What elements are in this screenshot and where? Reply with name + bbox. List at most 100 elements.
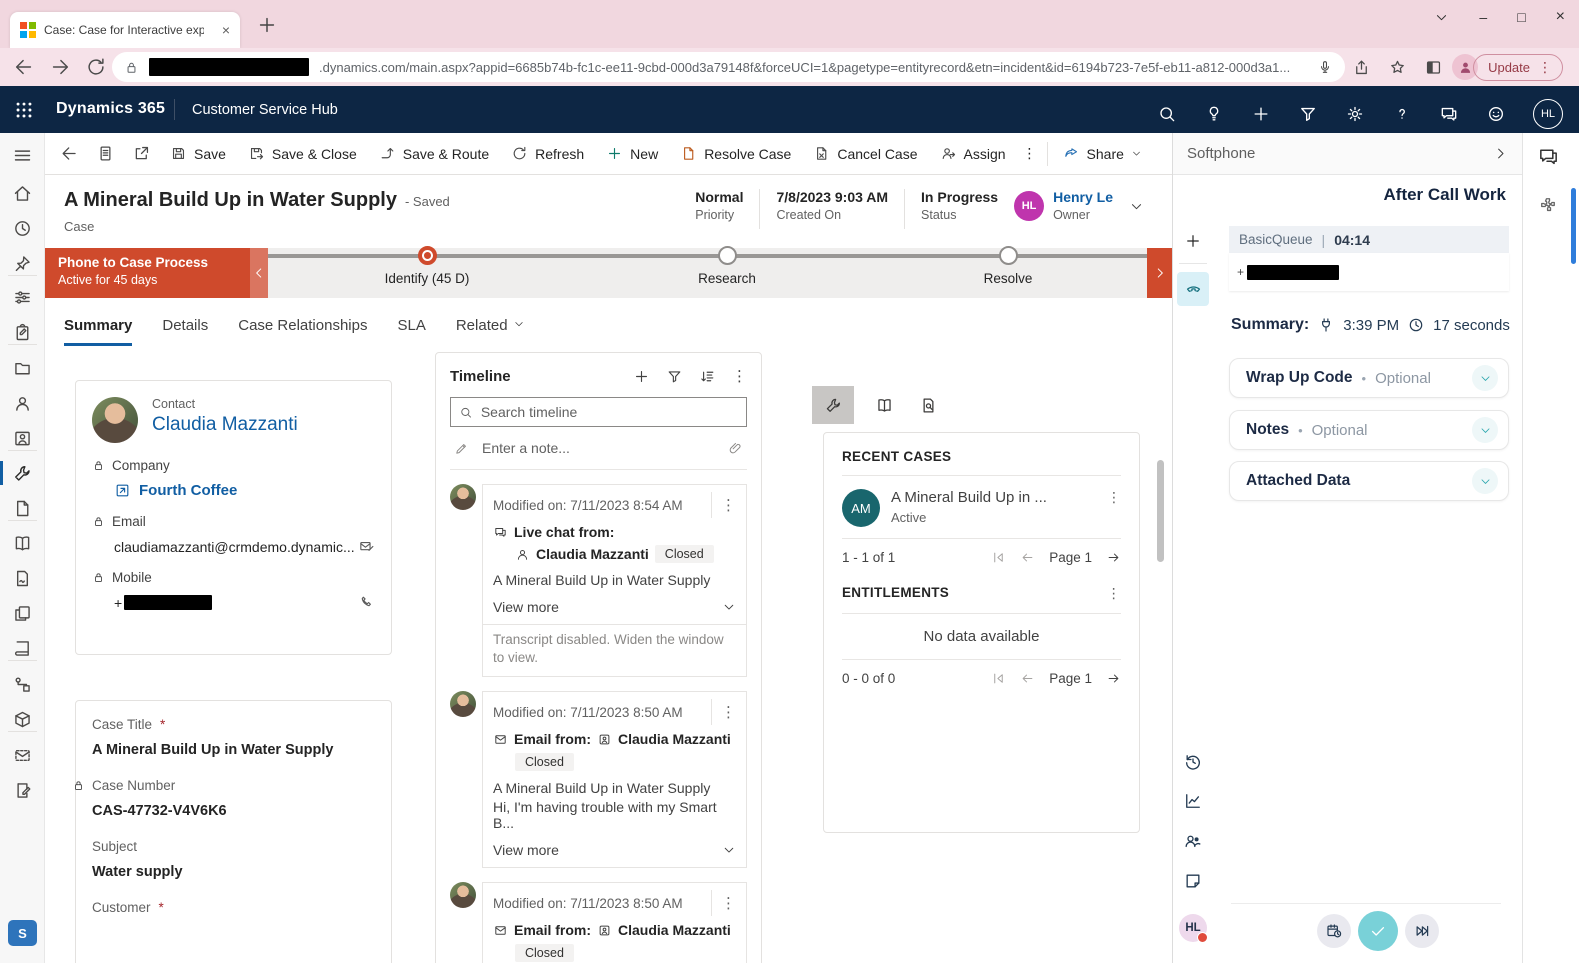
note-placeholder[interactable]: Enter a note...: [482, 440, 728, 456]
sidebar-item-contacts[interactable]: [12, 393, 33, 414]
owner-value[interactable]: Henry Le: [1053, 189, 1113, 205]
tab-sla[interactable]: SLA: [397, 317, 425, 346]
active-call-session-button[interactable]: [1177, 272, 1209, 306]
wrap-up-code-section[interactable]: Wrap Up Code • Optional: [1229, 358, 1509, 398]
complete-acw-button[interactable]: [1358, 911, 1398, 951]
recent-case-title[interactable]: A Mineral Build Up in ...: [891, 489, 1047, 506]
sidebar-item-email-templates[interactable]: [12, 745, 33, 766]
form-selector-icon[interactable]: [87, 137, 123, 171]
form-back-button[interactable]: [51, 137, 87, 171]
entry-more-icon[interactable]: ⋮: [721, 496, 736, 514]
browser-update-button[interactable]: Update ⋮: [1473, 54, 1563, 81]
sidebar-item-case-docs[interactable]: [12, 498, 33, 519]
stage-identify-label[interactable]: Identify (45 D): [385, 271, 470, 286]
vertical-scrollbar[interactable]: [1157, 460, 1164, 562]
new-session-icon[interactable]: [1184, 232, 1202, 250]
subject-value[interactable]: Water supply: [92, 864, 375, 880]
sidebar-item-activities[interactable]: [12, 322, 33, 343]
sidebar-item-pinned[interactable]: [12, 253, 33, 274]
app-name[interactable]: Customer Service Hub: [192, 102, 338, 118]
timeline-entry-livechat[interactable]: Modified on: 7/11/2023 8:54 AM ⋮ Live ch…: [450, 484, 747, 677]
timeline-search-input[interactable]: [481, 404, 738, 420]
refresh-record-button[interactable]: Refresh: [500, 136, 595, 172]
skip-acw-button[interactable]: [1405, 914, 1439, 948]
sidebar-item-accounts[interactable]: [12, 428, 33, 449]
sidebar-item-queues[interactable]: [12, 358, 33, 379]
feedback-chat-icon[interactable]: [1439, 104, 1459, 124]
contact-name-link[interactable]: Claudia Mazzanti: [152, 414, 298, 436]
resolve-case-button[interactable]: Resolve Case: [669, 136, 802, 172]
window-close-icon[interactable]: ×: [1556, 8, 1565, 26]
refresh-button[interactable]: [85, 56, 107, 78]
help-icon[interactable]: [1392, 104, 1412, 124]
entry-person[interactable]: Claudia Mazzanti: [618, 922, 731, 938]
entry-more-icon[interactable]: ⋮: [721, 894, 736, 912]
process-scroll-left[interactable]: [250, 248, 268, 298]
case-title-value[interactable]: A Mineral Build Up in Water Supply: [92, 742, 375, 758]
window-menu-icon[interactable]: [1434, 10, 1449, 25]
first-page-icon[interactable]: [991, 550, 1006, 565]
tab-case-relationships[interactable]: Case Relationships: [238, 317, 367, 346]
browser-tab[interactable]: Case: Case for Interactive experie ×: [10, 12, 240, 48]
window-minimize-icon[interactable]: –: [1479, 9, 1487, 25]
entry-person[interactable]: Claudia Mazzanti: [618, 731, 731, 747]
collapse-panel-icon[interactable]: [1493, 146, 1508, 161]
previous-page-icon[interactable]: [1020, 550, 1035, 565]
row-more-icon[interactable]: ⋮: [1107, 489, 1121, 527]
tab-summary[interactable]: Summary: [64, 317, 132, 346]
stage-identify-node[interactable]: [418, 246, 437, 265]
quick-create-icon[interactable]: [1251, 104, 1271, 124]
sidebar-item-cases[interactable]: [12, 463, 33, 484]
process-scroll-right[interactable]: [1147, 248, 1172, 298]
entitlements-more-icon[interactable]: ⋮: [1107, 585, 1121, 602]
split-screen-icon[interactable]: [1424, 58, 1443, 77]
waffle-icon[interactable]: [13, 99, 35, 121]
tool-tab-recent-cases[interactable]: [812, 386, 854, 424]
brand-title[interactable]: Dynamics 365: [56, 100, 165, 118]
assign-button[interactable]: Assign: [929, 136, 1017, 172]
sitemap-toggle-icon[interactable]: [12, 145, 33, 166]
teams-chat-icon[interactable]: [1537, 145, 1560, 168]
window-maximize-icon[interactable]: □: [1517, 9, 1525, 25]
tool-tab-search-articles[interactable]: [907, 386, 949, 424]
settings-gear-icon[interactable]: [1345, 104, 1365, 124]
entry-subject[interactable]: A Mineral Build Up in Water Supply: [493, 780, 736, 796]
analytics-icon[interactable]: [1183, 791, 1203, 811]
tab-details[interactable]: Details: [162, 317, 208, 346]
sidebar-item-contracts[interactable]: [12, 568, 33, 589]
save-route-button[interactable]: Save & Route: [368, 136, 500, 172]
expand-chevron[interactable]: [1472, 417, 1498, 443]
favorite-star-icon[interactable]: [1388, 58, 1407, 77]
next-page-icon[interactable]: [1106, 671, 1121, 686]
popout-icon[interactable]: [123, 137, 159, 171]
sidebar-item-recent[interactable]: [12, 218, 33, 239]
company-value-row[interactable]: Fourth Coffee: [114, 482, 375, 499]
email-value[interactable]: claudiamazzanti@crmdemo.dynamic...: [114, 539, 355, 555]
forward-button[interactable]: [49, 56, 71, 78]
save-close-button[interactable]: Save & Close: [237, 136, 368, 172]
attached-data-section[interactable]: Attached Data: [1229, 461, 1509, 501]
next-page-icon[interactable]: [1106, 550, 1121, 565]
lightbulb-icon[interactable]: [1204, 104, 1224, 124]
stage-research-label[interactable]: Research: [698, 271, 756, 286]
tab-close-icon[interactable]: ×: [222, 22, 230, 38]
schedule-callback-button[interactable]: [1317, 914, 1351, 948]
expand-chevron[interactable]: [1472, 468, 1498, 494]
sidebar-app-badge[interactable]: S: [8, 920, 37, 946]
header-fields-chevron-icon[interactable]: [1129, 199, 1144, 214]
call-phone-icon[interactable]: [358, 594, 375, 611]
plugin-icon[interactable]: [1538, 195, 1558, 215]
call-history-icon[interactable]: [1183, 752, 1203, 772]
send-email-icon[interactable]: [358, 538, 375, 555]
entry-person[interactable]: Claudia Mazzanti: [536, 546, 649, 562]
timeline-entry-email[interactable]: Modified on: 7/11/2023 8:50 AM ⋮ Email f…: [450, 691, 747, 868]
tool-tab-knowledge[interactable]: [863, 386, 905, 424]
entry-view-more[interactable]: View more: [493, 842, 736, 858]
share-button[interactable]: Share: [1052, 136, 1153, 172]
timeline-sort-icon[interactable]: [699, 368, 716, 385]
sidebar-item-dashboards[interactable]: [12, 287, 33, 308]
stage-resolve-node[interactable]: [999, 246, 1018, 265]
owner-field[interactable]: HL Henry Le Owner: [1014, 189, 1113, 222]
timeline-more-icon[interactable]: ⋮: [732, 367, 747, 385]
timeline-search-box[interactable]: [450, 397, 747, 427]
